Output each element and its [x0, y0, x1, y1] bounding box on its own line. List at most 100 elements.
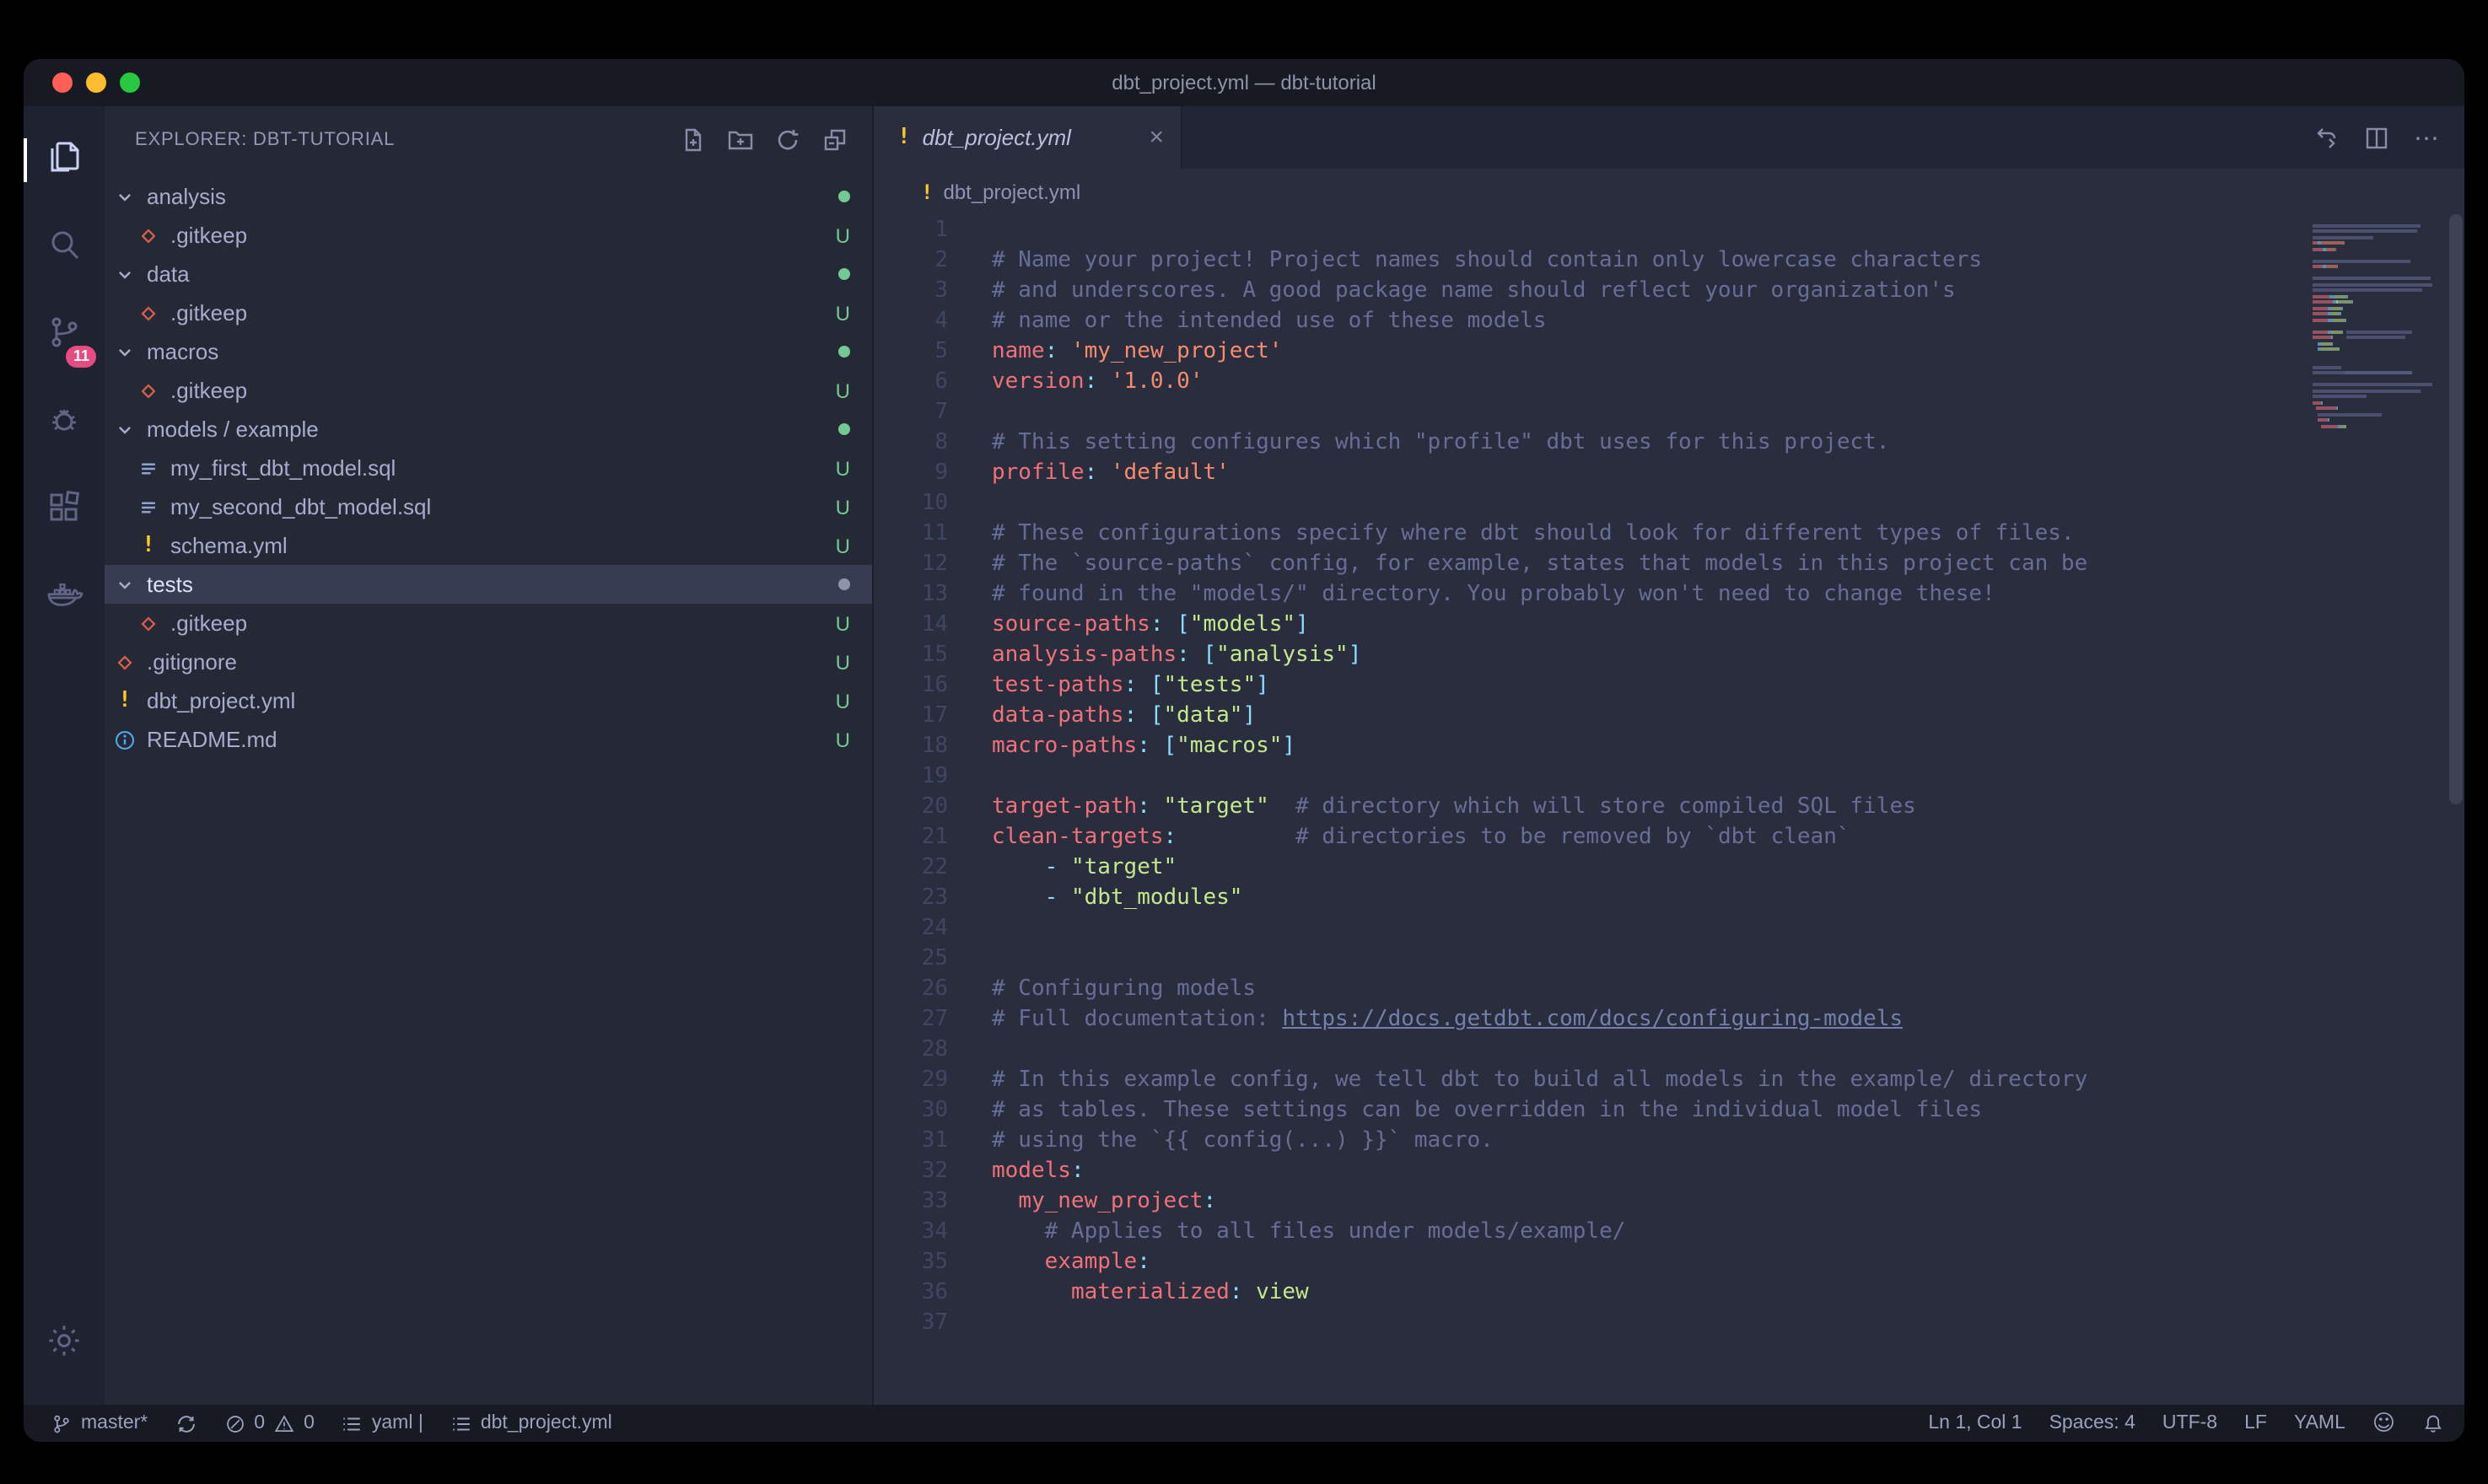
minimize-window-button[interactable] [86, 73, 106, 93]
modified-dot-badge [838, 191, 850, 202]
code-line-5[interactable]: 5name: 'my_new_project' [874, 337, 2309, 368]
code-line-11[interactable]: 11# These configurations specify where d… [874, 519, 2309, 550]
code-line-19[interactable]: 19 [874, 762, 2309, 793]
code-line-14[interactable]: 14source-paths: ["models"] [874, 610, 2309, 641]
zoom-window-button[interactable] [120, 73, 140, 93]
code-line-30[interactable]: 30# as tables. These settings can be ove… [874, 1096, 2309, 1126]
activity-settings-button[interactable] [24, 1300, 105, 1405]
breadcrumb[interactable]: ! dbt_project.yml [874, 169, 2464, 214]
language-mode-item[interactable]: YAML [2294, 1413, 2345, 1433]
code-line-13[interactable]: 13# found in the "models/" directory. Yo… [874, 580, 2309, 610]
tree-file-.gitignore[interactable]: .gitignoreU [105, 643, 872, 681]
tab-dbt-project-yml[interactable]: ! dbt_project.yml × [874, 106, 1182, 169]
more-actions-icon[interactable]: ⋯ [2414, 122, 2441, 153]
open-changes-icon[interactable] [2313, 124, 2340, 151]
code-line-12[interactable]: 12# The `source-paths` config, for examp… [874, 550, 2309, 580]
scrollbar-thumb[interactable] [2449, 214, 2463, 804]
code-line-7[interactable]: 7 [874, 398, 2309, 428]
editor-group: ! dbt_project.yml × ⋯ ! dbt_project.yml [874, 106, 2464, 1405]
tree-file-.gitkeep[interactable]: .gitkeepU [105, 216, 872, 255]
code-line-21[interactable]: 21clean-targets: # directories to be rem… [874, 823, 2309, 853]
line-number: 22 [874, 853, 948, 884]
code-line-34[interactable]: 34 # Applies to all files under models/e… [874, 1218, 2309, 1248]
split-editor-icon[interactable] [2363, 124, 2390, 151]
tree-file-.gitkeep[interactable]: .gitkeepU [105, 293, 872, 332]
scrollbar-track[interactable] [2448, 214, 2464, 1405]
new-file-icon[interactable] [680, 126, 707, 153]
code-line-33[interactable]: 33 my_new_project: [874, 1187, 2309, 1218]
activity-docker-button[interactable] [24, 555, 105, 643]
code-line-17[interactable]: 17data-paths: ["data"] [874, 702, 2309, 732]
notifications-bell-icon[interactable] [2422, 1412, 2444, 1434]
code-line-26[interactable]: 26# Configuring models [874, 975, 2309, 1005]
collapse-all-icon[interactable] [821, 126, 848, 153]
feedback-smiley-icon[interactable]: ☺ [2372, 1411, 2395, 1436]
code-line-29[interactable]: 29# In this example config, we tell dbt … [874, 1066, 2309, 1096]
line-content: # name or the intended use of these mode… [948, 307, 1546, 337]
code-line-20[interactable]: 20target-path: "target" # directory whic… [874, 793, 2309, 823]
dbt-language-status-item[interactable]: yaml | [342, 1412, 423, 1434]
eol-item[interactable]: LF [2244, 1413, 2267, 1433]
activity-debug-button[interactable] [24, 379, 105, 467]
dbt-project-status-item[interactable]: dbt_project.yml [450, 1412, 612, 1434]
code-line-22[interactable]: 22 - "target" [874, 853, 2309, 884]
code-line-2[interactable]: 2# Name your project! Project names shou… [874, 246, 2309, 277]
code-line-31[interactable]: 31# using the `{{ config(...) }}` macro. [874, 1126, 2309, 1157]
code-line-23[interactable]: 23 - "dbt_modules" [874, 884, 2309, 914]
activity-extensions-button[interactable] [24, 467, 105, 555]
sync-changes-button[interactable] [175, 1412, 197, 1434]
tree-folder-data[interactable]: data [105, 255, 872, 293]
code-line-4[interactable]: 4# name or the intended use of these mod… [874, 307, 2309, 337]
code-line-18[interactable]: 18macro-paths: ["macros"] [874, 732, 2309, 762]
indentation-item[interactable]: Spaces: 4 [2049, 1413, 2135, 1433]
git-branch-item[interactable]: master* [51, 1412, 148, 1434]
minimap[interactable] [2313, 218, 2444, 436]
tree-item-label: dbt_project.yml [147, 688, 295, 713]
code-line-24[interactable]: 24 [874, 914, 2309, 944]
tab-bar: ! dbt_project.yml × ⋯ [874, 106, 2464, 169]
git-status-badge: U [836, 301, 850, 325]
code-line-32[interactable]: 32models: [874, 1157, 2309, 1187]
tree-file-readme.md[interactable]: README.mdU [105, 720, 872, 759]
tree-file-my-first-dbt-model.sql[interactable]: my_first_dbt_model.sqlU [105, 449, 872, 487]
tree-file-.gitkeep[interactable]: .gitkeepU [105, 371, 872, 410]
line-number: 35 [874, 1248, 948, 1278]
code-editor[interactable]: 12# Name your project! Project names sho… [874, 214, 2464, 1405]
code-line-35[interactable]: 35 example: [874, 1248, 2309, 1278]
activity-search-button[interactable] [24, 204, 105, 292]
code-line-1[interactable]: 1 [874, 216, 2309, 246]
code-line-36[interactable]: 36 materialized: view [874, 1278, 2309, 1309]
new-folder-icon[interactable] [727, 126, 754, 153]
code-line-37[interactable]: 37 [874, 1309, 2309, 1339]
tree-folder-tests[interactable]: tests [105, 565, 872, 604]
code-line-8[interactable]: 8# This setting configures which "profil… [874, 428, 2309, 459]
code-line-9[interactable]: 9profile: 'default' [874, 459, 2309, 489]
tree-file-.gitkeep[interactable]: .gitkeepU [105, 604, 872, 643]
close-tab-icon[interactable]: × [1149, 125, 1164, 150]
code-line-15[interactable]: 15analysis-paths: ["analysis"] [874, 641, 2309, 671]
activity-source-control-button[interactable]: 11 [24, 292, 105, 379]
refresh-icon[interactable] [774, 126, 801, 153]
tree-file-dbt-project.yml[interactable]: !dbt_project.ymlU [105, 681, 872, 720]
tree-folder-models-example[interactable]: models / example [105, 410, 872, 449]
code-line-16[interactable]: 16test-paths: ["tests"] [874, 671, 2309, 702]
tree-file-my-second-dbt-model.sql[interactable]: my_second_dbt_model.sqlU [105, 487, 872, 526]
line-number: 24 [874, 914, 948, 944]
cursor-position-item[interactable]: Ln 1, Col 1 [1928, 1413, 2022, 1433]
code-line-27[interactable]: 27# Full documentation: https://docs.get… [874, 1005, 2309, 1035]
problems-item[interactable]: 0 0 [223, 1412, 315, 1434]
activity-explorer-button[interactable] [24, 116, 105, 204]
line-number: 18 [874, 732, 948, 762]
tree-folder-macros[interactable]: macros [105, 332, 872, 371]
code-line-6[interactable]: 6version: '1.0.0' [874, 368, 2309, 398]
titlebar[interactable]: dbt_project.yml — dbt-tutorial [24, 59, 2464, 106]
code-line-3[interactable]: 3# and underscores. A good package name … [874, 277, 2309, 307]
encoding-item[interactable]: UTF-8 [2162, 1413, 2217, 1433]
tree-file-schema.yml[interactable]: !schema.ymlU [105, 526, 872, 565]
code-line-10[interactable]: 10 [874, 489, 2309, 519]
code-line-28[interactable]: 28 [874, 1035, 2309, 1066]
code-line-25[interactable]: 25 [874, 944, 2309, 975]
tree-folder-analysis[interactable]: analysis [105, 177, 872, 216]
close-window-button[interactable] [52, 73, 73, 93]
line-number: 13 [874, 580, 948, 610]
